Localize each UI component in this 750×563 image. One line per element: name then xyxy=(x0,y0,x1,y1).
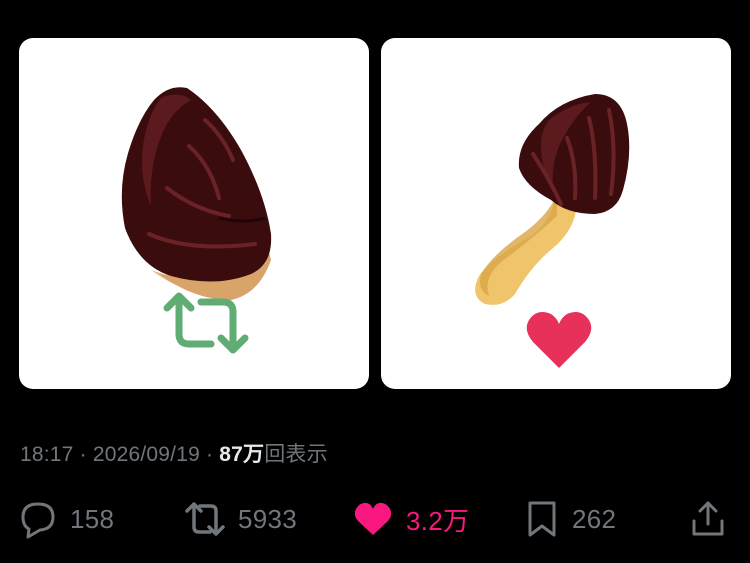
views-label: 回表示 xyxy=(264,443,328,466)
tweet-time[interactable]: 18:17 xyxy=(20,443,74,466)
heart-icon xyxy=(526,312,592,368)
tweet-image-left[interactable] xyxy=(19,38,369,389)
reply-button[interactable]: 158 xyxy=(18,495,114,543)
retweet-button[interactable]: 5933 xyxy=(184,495,297,543)
meta-separator: · xyxy=(206,443,214,466)
like-count: 3.2万 xyxy=(406,505,470,536)
retweet-icon xyxy=(185,502,225,536)
like-button[interactable]: 3.2万 xyxy=(352,495,469,543)
share-button[interactable] xyxy=(688,495,728,543)
reply-icon xyxy=(21,502,55,539)
meta-separator: · xyxy=(79,443,87,466)
heart-icon xyxy=(354,502,392,535)
bookmark-count: 262 xyxy=(572,503,617,534)
bamboo-shoot-chocolate-illustration xyxy=(121,87,272,354)
views-count[interactable]: 87万 xyxy=(219,443,264,466)
mushroom-chocolate-illustration xyxy=(475,94,630,368)
retweet-icon xyxy=(163,292,249,354)
share-icon xyxy=(692,501,724,536)
tweet-date[interactable]: 2026/09/19 xyxy=(93,443,200,466)
tweet-action-bar: 158 5933 3.2万 262 xyxy=(0,495,750,543)
tweet-meta: 18:17 · 2026/09/19 · 87万回表示 xyxy=(20,438,328,468)
bookmark-button[interactable]: 262 xyxy=(524,495,616,543)
reply-count: 158 xyxy=(70,503,115,534)
bookmark-icon xyxy=(528,501,556,537)
retweet-count: 5933 xyxy=(238,503,298,534)
tweet-image-right[interactable] xyxy=(381,38,731,389)
